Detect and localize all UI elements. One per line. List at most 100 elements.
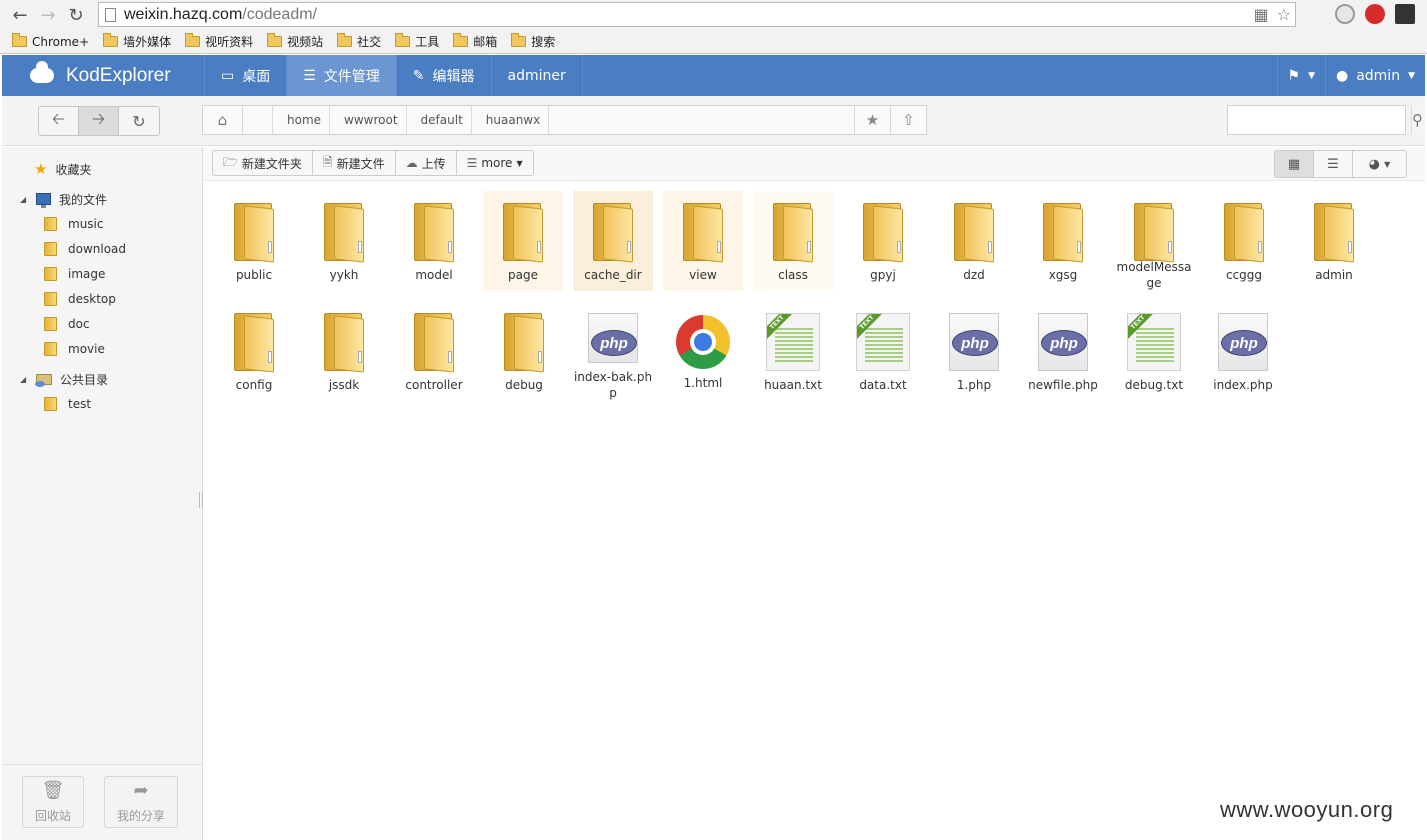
folder-item[interactable]: dzd bbox=[934, 191, 1014, 291]
search-input[interactable] bbox=[1228, 106, 1411, 134]
history-forward-icon[interactable]: 🡢 bbox=[79, 107, 119, 135]
bookmark-item[interactable]: 搜索 bbox=[507, 33, 559, 50]
folder-item[interactable]: page bbox=[483, 191, 563, 291]
bookmark-item[interactable]: 工具 bbox=[391, 33, 443, 50]
expand-triangle-icon[interactable]: ◢ bbox=[20, 375, 30, 384]
new-folder-button[interactable]: 🗁 新建文件夹 bbox=[213, 151, 313, 175]
folder-item[interactable]: public bbox=[214, 191, 294, 291]
sidebar-item-test[interactable]: test bbox=[44, 394, 91, 414]
breadcrumb-item[interactable]: wwwroot bbox=[330, 106, 407, 134]
folder-icon bbox=[1310, 203, 1358, 263]
item-label: dzd bbox=[963, 268, 985, 282]
translate-icon[interactable]: ▦ bbox=[1254, 5, 1269, 24]
folder-item[interactable]: jssdk bbox=[304, 301, 384, 401]
nav-desktop[interactable]: ▭ 桌面 bbox=[204, 55, 286, 96]
folder-item[interactable]: controller bbox=[394, 301, 474, 401]
view-mode-buttons: ▦ ☰ ◕ ▼ bbox=[1274, 150, 1407, 178]
refresh-icon[interactable]: ↻ bbox=[119, 107, 159, 135]
item-label: index-bak.php bbox=[573, 370, 653, 400]
breadcrumb-item[interactable]: home bbox=[273, 106, 331, 134]
extension-badge-icon[interactable] bbox=[1395, 4, 1415, 24]
sidebar-item-image[interactable]: image bbox=[44, 264, 105, 284]
text-file-item[interactable]: TEXT data.txt bbox=[843, 301, 923, 401]
url-host: weixin.hazq.com bbox=[124, 5, 243, 23]
home-icon[interactable]: ⌂ bbox=[203, 106, 243, 134]
breadcrumb-item[interactable]: default bbox=[407, 106, 472, 134]
folder-item[interactable]: modelMessage bbox=[1114, 191, 1194, 291]
folder-icon bbox=[500, 313, 548, 373]
icon-size-dropdown[interactable]: ◕ ▼ bbox=[1353, 151, 1406, 177]
sidebar-item-movie[interactable]: movie bbox=[44, 339, 105, 359]
sidebar-item-download[interactable]: download bbox=[44, 239, 126, 259]
folder-item[interactable]: model bbox=[394, 191, 474, 291]
folder-item[interactable]: admin bbox=[1294, 191, 1374, 291]
folder-item[interactable]: ccggg bbox=[1204, 191, 1284, 291]
trash-icon: 🗑 bbox=[41, 780, 65, 801]
nav-editor[interactable]: ✎ 编辑器 bbox=[395, 55, 491, 96]
folder-item[interactable]: view bbox=[663, 191, 743, 291]
adblock-icon[interactable] bbox=[1365, 4, 1385, 24]
folder-item[interactable]: class bbox=[753, 191, 833, 291]
upload-button[interactable]: ☁ 上传 bbox=[395, 151, 457, 175]
back-arrow-icon[interactable]: ← bbox=[6, 1, 34, 29]
language-dropdown[interactable]: ⚑ ▼ bbox=[1276, 55, 1325, 96]
sidebar-item-music[interactable]: music bbox=[44, 214, 103, 234]
folder-item[interactable]: gpyj bbox=[843, 191, 923, 291]
bookmark-star-icon[interactable]: ☆ bbox=[1277, 5, 1291, 24]
php-file-item[interactable]: php 1.php bbox=[934, 301, 1014, 401]
bookmark-item[interactable]: 视频站 bbox=[263, 33, 327, 50]
item-label: jssdk bbox=[328, 378, 360, 392]
history-back-icon[interactable]: 🡠 bbox=[39, 107, 79, 135]
bookmark-item[interactable]: 社交 bbox=[333, 33, 385, 50]
folder-item[interactable]: config bbox=[214, 301, 294, 401]
text-file-item[interactable]: TEXT debug.txt bbox=[1114, 301, 1194, 401]
sidebar-item-public[interactable]: ◢ 公共目录 bbox=[20, 369, 108, 389]
extension-icon[interactable] bbox=[1335, 4, 1355, 24]
favorite-star-icon[interactable]: ★ bbox=[854, 106, 890, 134]
breadcrumb-item[interactable]: huaanwx bbox=[472, 106, 550, 134]
address-bar[interactable]: weixin.hazq.com/codeadm/ ▦ ☆ bbox=[98, 2, 1296, 27]
text-file-item[interactable]: TEXT huaan.txt bbox=[753, 301, 833, 401]
my-share-button[interactable]: ➦ 我的分享 bbox=[104, 776, 178, 828]
folder-item[interactable]: debug bbox=[484, 301, 564, 401]
expand-triangle-icon[interactable]: ◢ bbox=[20, 195, 30, 204]
new-file-button[interactable]: 🗎 新建文件 bbox=[312, 151, 396, 175]
computer-icon bbox=[36, 193, 51, 208]
bookmark-item[interactable]: 视听资料 bbox=[181, 33, 257, 50]
nav-file-manager[interactable]: ☰ 文件管理 bbox=[286, 55, 396, 96]
sidebar-item-doc[interactable]: doc bbox=[44, 314, 90, 334]
folder-item[interactable]: cache_dir bbox=[573, 191, 653, 291]
app-logo[interactable]: KodExplorer bbox=[2, 55, 204, 96]
item-label: modelMessage bbox=[1116, 260, 1192, 290]
list-view-icon[interactable]: ☰ bbox=[1314, 151, 1353, 177]
sidebar-item-desktop[interactable]: desktop bbox=[44, 289, 116, 309]
bookmark-item[interactable]: 墙外媒体 bbox=[99, 33, 175, 50]
forward-arrow-icon[interactable]: → bbox=[34, 1, 62, 29]
bookmark-item[interactable]: Chrome+ bbox=[8, 33, 93, 49]
folder-item[interactable]: xgsg bbox=[1023, 191, 1103, 291]
file-grid: public yykh model page cache_dir view cl… bbox=[203, 182, 1425, 840]
folder-icon bbox=[185, 33, 201, 47]
folder-icon bbox=[44, 342, 57, 356]
php-file-item[interactable]: php index-bak.php bbox=[573, 301, 653, 401]
bookmark-item[interactable]: 邮箱 bbox=[449, 33, 501, 50]
item-label: controller bbox=[405, 378, 463, 392]
grid-view-icon[interactable]: ▦ bbox=[1275, 151, 1314, 177]
reload-icon[interactable]: ↻ bbox=[62, 1, 90, 29]
sidebar-item-my-files[interactable]: ◢ 我的文件 bbox=[20, 189, 107, 209]
content-toolbar: 🗁 新建文件夹 🗎 新建文件 ☁ 上传 ☰ more ▼ ▦ ☰ ◕ ▼ bbox=[203, 147, 1425, 181]
search-icon[interactable]: ⚲ bbox=[1411, 106, 1423, 134]
php-file-item[interactable]: php index.php bbox=[1203, 301, 1283, 401]
folder-item[interactable]: yykh bbox=[304, 191, 384, 291]
item-label: debug.txt bbox=[1124, 378, 1184, 392]
html-file-item[interactable]: 1.html bbox=[663, 301, 743, 401]
more-dropdown[interactable]: ☰ more ▼ bbox=[456, 151, 533, 175]
nav-adminer[interactable]: adminer bbox=[490, 55, 582, 96]
php-file-item[interactable]: php newfile.php bbox=[1023, 301, 1103, 401]
php-file-icon: php bbox=[1218, 313, 1268, 371]
breadcrumb-root[interactable] bbox=[243, 106, 273, 134]
go-up-icon[interactable]: ⇧ bbox=[890, 106, 926, 134]
user-dropdown[interactable]: ● admin ▼ bbox=[1324, 55, 1425, 96]
recycle-bin-button[interactable]: 🗑 回收站 bbox=[22, 776, 84, 828]
sidebar-item-favorites[interactable]: ★ 收藏夹 bbox=[34, 159, 91, 179]
